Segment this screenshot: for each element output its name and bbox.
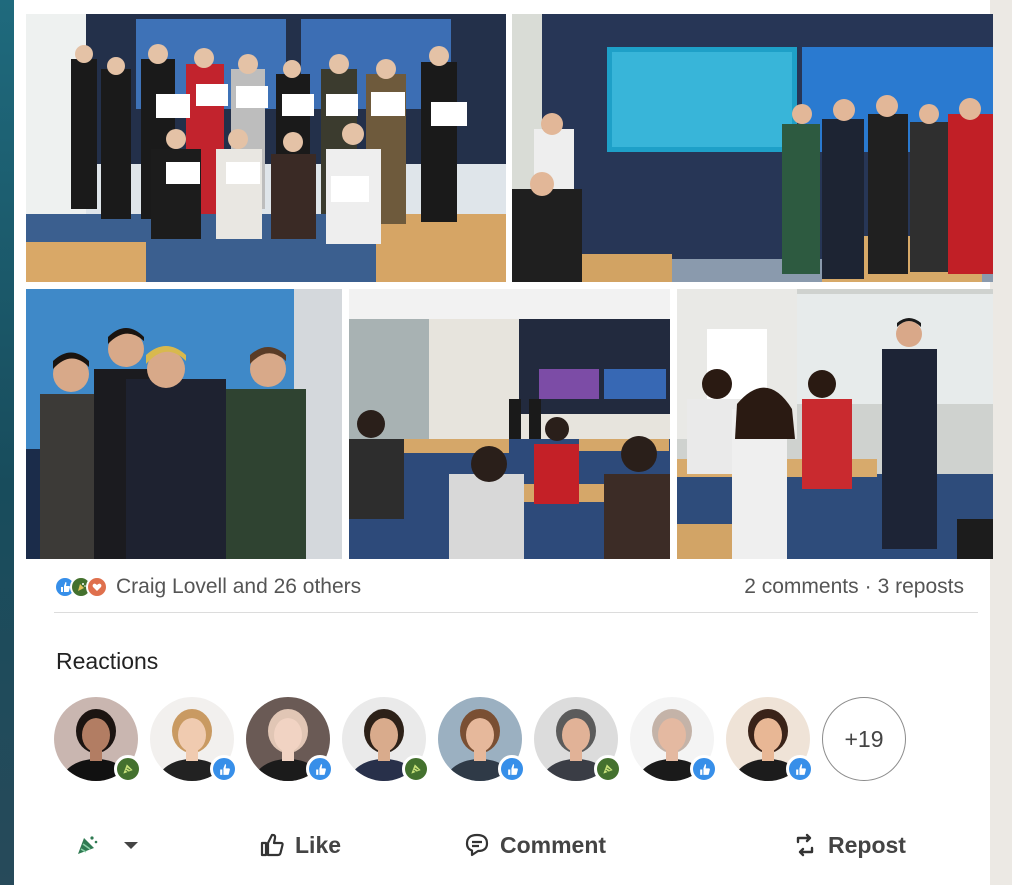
reactor-avatar[interactable] (150, 697, 238, 783)
reactor-avatar[interactable] (342, 697, 430, 783)
background-panel-left (0, 0, 14, 885)
reactors-avatar-list: +19 (54, 697, 906, 783)
comment-button[interactable]: Comment (464, 832, 606, 859)
reactor-avatar[interactable] (534, 697, 622, 783)
repost-icon (796, 833, 814, 857)
reactor-avatar[interactable] (54, 697, 142, 783)
post-card: Craig Lovell and 26 others 2 comments · … (14, 0, 993, 885)
like-badge-icon (498, 755, 526, 783)
reactor-avatar[interactable] (246, 697, 334, 783)
celebrate-badge-icon (594, 755, 622, 783)
reactions-section-title: Reactions (56, 648, 159, 674)
like-badge-icon (786, 755, 814, 783)
like-badge-icon (690, 755, 718, 783)
post-action-bar: Like Comment Repost (54, 820, 974, 870)
background-panel-right (990, 0, 1012, 885)
repost-button[interactable]: Repost (792, 832, 906, 859)
repost-label: Repost (828, 831, 906, 858)
reaction-picker[interactable] (74, 832, 140, 858)
like-label: Like (295, 831, 342, 858)
photo-presentation[interactable] (512, 14, 993, 282)
celebrate-badge-icon (114, 755, 142, 783)
photo-group-certificates[interactable] (26, 14, 506, 282)
photo-presenter-handing[interactable] (677, 289, 993, 559)
reaction-summary[interactable]: Craig Lovell and 26 others (54, 575, 361, 599)
comments-count-link[interactable]: 2 comments (744, 575, 858, 599)
comment-label: Comment (500, 831, 607, 858)
caret-down-icon[interactable] (122, 839, 140, 851)
reposts-count-link[interactable]: 3 reposts (878, 575, 964, 599)
photo-classroom-wide[interactable] (349, 289, 670, 559)
reactor-avatar[interactable] (630, 697, 718, 783)
like-badge-icon (306, 755, 334, 783)
photo-students-speaking[interactable] (26, 289, 342, 559)
social-counts-row: Craig Lovell and 26 others 2 comments · … (54, 572, 964, 602)
reactor-avatar[interactable] (726, 697, 814, 783)
love-icon (86, 576, 108, 598)
divider (54, 612, 978, 613)
like-button[interactable]: Like (259, 832, 341, 859)
comment-icon (465, 833, 489, 857)
celebrate-reaction-icon (78, 836, 98, 854)
photo-collage[interactable] (26, 14, 993, 559)
celebrate-badge-icon (402, 755, 430, 783)
like-badge-icon (210, 755, 238, 783)
reactor-avatar[interactable] (438, 697, 526, 783)
more-reactors-button[interactable]: +19 (822, 697, 906, 781)
thumbs-up-icon (260, 833, 284, 857)
meta-separator: · (864, 575, 872, 598)
reactions-count-link[interactable]: Craig Lovell and 26 others (116, 575, 361, 599)
comments-reposts-summary: 2 comments · 3 reposts (744, 575, 964, 599)
